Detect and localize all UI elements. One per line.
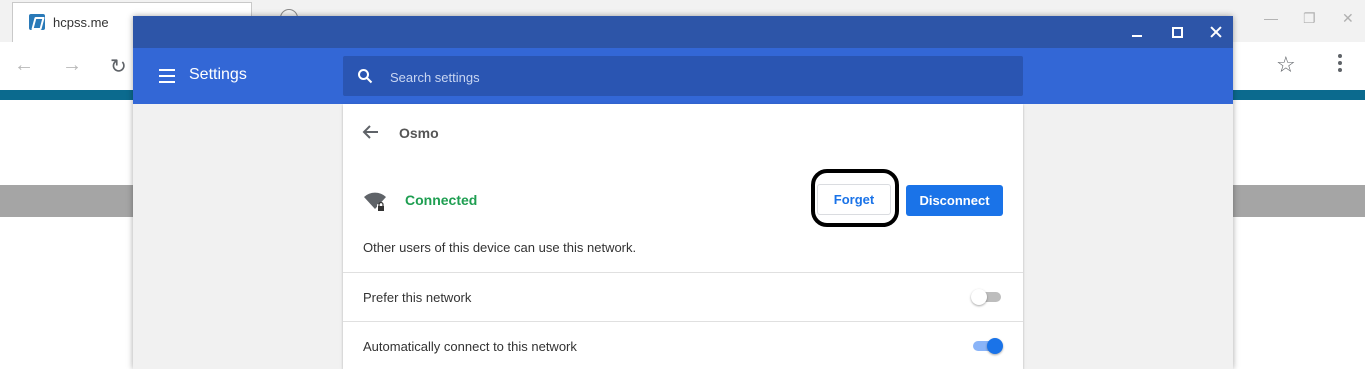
wifi-secured-icon: [364, 192, 386, 211]
browser-restore-icon[interactable]: ❐: [1303, 10, 1316, 27]
back-arrow-icon[interactable]: ←: [14, 54, 34, 77]
shared-network-text: Other users of this device can use this …: [363, 240, 637, 255]
bookmark-star-icon[interactable]: ☆: [1276, 52, 1296, 78]
minimize-icon[interactable]: [1128, 23, 1146, 41]
search-input[interactable]: [388, 67, 992, 87]
search-box[interactable]: [343, 56, 1023, 96]
network-detail-card: Osmo Connected Forget Disconnect Other u…: [343, 104, 1023, 369]
forget-button[interactable]: Forget: [817, 184, 891, 215]
connection-status: Connected: [405, 192, 478, 208]
forward-arrow-icon[interactable]: →: [62, 54, 82, 77]
reload-icon[interactable]: ↻: [110, 54, 127, 79]
back-arrow-icon[interactable]: [361, 122, 381, 142]
browser-menu-icon[interactable]: [1338, 54, 1342, 75]
search-icon: [358, 69, 373, 84]
divider: [343, 321, 1023, 322]
divider: [343, 272, 1023, 273]
settings-header: Settings: [133, 48, 1233, 104]
browser-minimize-icon[interactable]: —: [1264, 10, 1278, 26]
settings-window: Settings Osmo Connected Forget Disconnec…: [133, 16, 1233, 369]
network-name: Osmo: [399, 125, 439, 141]
page-title: Settings: [189, 66, 247, 83]
prefer-network-label: Prefer this network: [363, 290, 472, 305]
menu-icon[interactable]: [159, 69, 175, 87]
auto-connect-label: Automatically connect to this network: [363, 339, 577, 354]
auto-connect-toggle[interactable]: [971, 336, 1003, 356]
maximize-icon[interactable]: [1168, 23, 1186, 41]
close-icon[interactable]: [1207, 23, 1225, 41]
disconnect-button[interactable]: Disconnect: [906, 185, 1003, 216]
tab-title: hcpss.me: [53, 15, 109, 30]
browser-close-icon[interactable]: ✕: [1342, 10, 1354, 27]
window-title-bar: [133, 16, 1233, 48]
prefer-network-toggle[interactable]: [971, 287, 1003, 307]
site-favicon-icon: [29, 14, 45, 30]
